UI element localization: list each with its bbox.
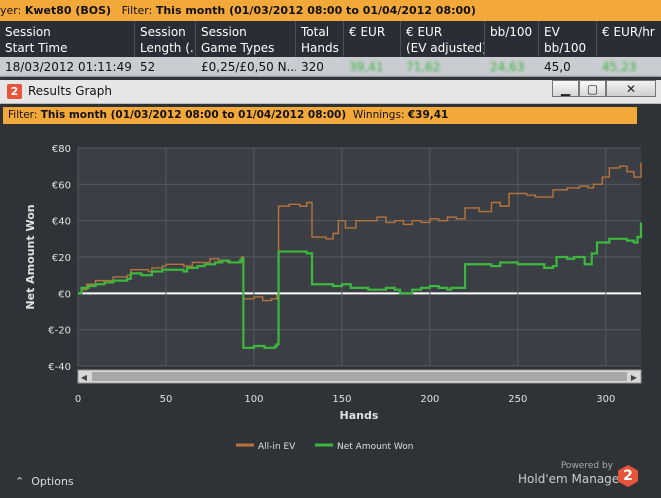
x-tick-label: 150 — [332, 394, 351, 405]
sessions-table-header: Session Start Time Session Length (... Ses… — [0, 21, 661, 57]
x-tick-label: 300 — [596, 394, 615, 405]
y-tick-label: €-20 — [48, 326, 71, 337]
player-name: Kwet80 (BOS) — [24, 4, 112, 17]
col-session-length[interactable]: Session Length (... — [135, 21, 196, 57]
options-toggle[interactable]: ⌃ Options — [15, 475, 74, 488]
y-tick-label: €60 — [52, 180, 71, 191]
col-eur[interactable]: € EUR — [344, 21, 401, 57]
filter-summary-bar: yer: Kwet80 (BOS) Filter: This month (01… — [0, 0, 661, 21]
x-tick-label: 0 — [75, 394, 81, 405]
y-tick-label: €0 — [58, 289, 71, 300]
col-eur-ev-adjusted[interactable]: € EUR (EV adjusted) — [401, 21, 485, 57]
cell-start-time: 18/03/2012 01:11:49 — [5, 60, 132, 74]
results-chart: €80 €60 €40 €20 €0 €-20 €-40 0 50 100 150 200 250 30… — [24, 144, 643, 452]
col-bb100[interactable]: bb/100 — [485, 21, 539, 57]
legend-label-allin-ev: All-in EV — [258, 442, 296, 452]
options-label: Options — [31, 475, 74, 488]
filter-value: This month (01/03/2012 08:00 to 01/04/20… — [155, 4, 476, 17]
filter-label: Filter: — [121, 4, 153, 17]
brand-name: Hold'em Manager — [518, 472, 625, 486]
x-tick-label: 250 — [508, 394, 527, 405]
x-axis-label: Hands — [340, 409, 379, 422]
col-total-hands[interactable]: Total Hands — [296, 21, 344, 57]
cell-length: 52 — [140, 60, 156, 74]
table-row[interactable]: 18/03/2012 01:11:49 52 £0,25/£0,50 N... … — [0, 57, 661, 77]
player-label: yer: — [0, 4, 22, 17]
legend: All-in EV Net Amount Won — [236, 442, 413, 452]
powered-by-text: Powered by — [560, 461, 613, 471]
cell-eur-ev: 71,62 — [406, 60, 441, 74]
x-tick-label: 50 — [160, 394, 173, 405]
cell-hands: 320 — [301, 60, 324, 74]
y-tick-label: €20 — [52, 253, 71, 264]
cell-bb100: 24,63 — [490, 60, 525, 74]
cell-game-types: £0,25/£0,50 N... — [201, 60, 296, 74]
cell-eur: 39,41 — [349, 60, 384, 74]
y-axis-label: Net Amount Won — [24, 204, 37, 309]
col-session-start[interactable]: Session Start Time — [0, 21, 135, 57]
col-ev-bb100[interactable]: EV bb/100 — [539, 21, 597, 57]
scroll-left-arrow[interactable]: ◀ — [81, 373, 88, 382]
y-tick-label: €40 — [52, 217, 71, 228]
x-tick-label: 200 — [420, 394, 439, 405]
cell-ev-bb100: 45,0 — [544, 60, 571, 74]
col-session-game-types[interactable]: Session Game Types — [196, 21, 296, 57]
results-graph-window: 2 Results Graph ▁ ▢ ✕ Filter: This month… — [0, 80, 661, 498]
y-tick-label: €-40 — [48, 362, 71, 373]
legend-label-net-won: Net Amount Won — [337, 442, 413, 452]
chevron-up-icon: ⌃ — [15, 475, 25, 488]
y-tick-label: €80 — [52, 144, 71, 155]
col-eur-hr[interactable]: € EUR/hr — [597, 21, 661, 57]
scrollbar-thumb[interactable] — [92, 372, 627, 381]
x-tick-label: 100 — [244, 394, 263, 405]
scroll-right-arrow[interactable]: ▶ — [631, 373, 638, 382]
cell-eur-hr: 45,23 — [602, 60, 637, 74]
